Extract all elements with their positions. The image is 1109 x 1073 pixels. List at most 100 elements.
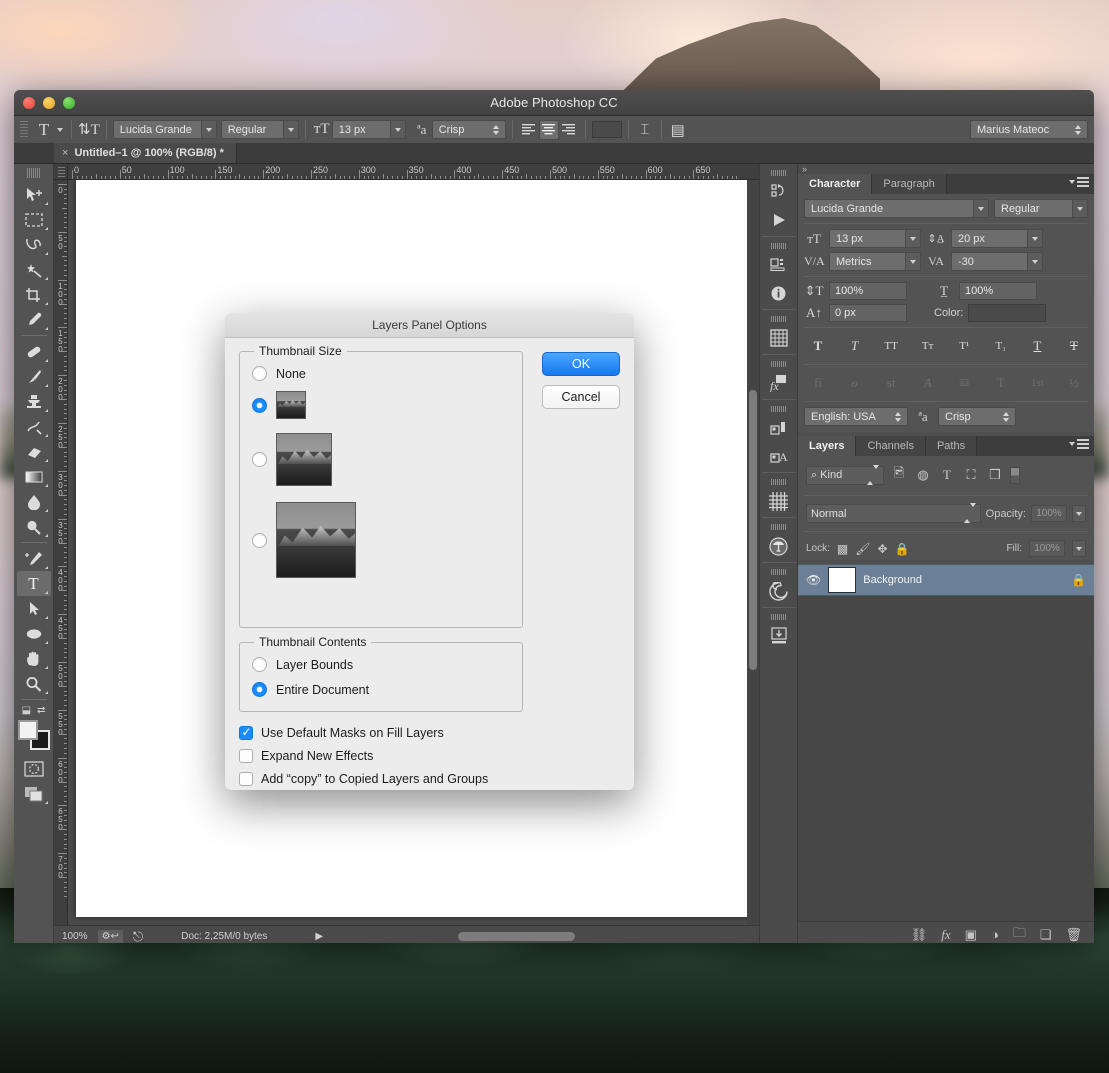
- type-layer-filter-icon[interactable]: T: [938, 467, 956, 483]
- zoom-tool[interactable]: [17, 671, 51, 696]
- current-tool-button[interactable]: T: [32, 119, 65, 141]
- radio-icon[interactable]: [252, 682, 267, 697]
- new-layer-icon[interactable]: ❏: [1040, 927, 1052, 943]
- radio-icon[interactable]: [252, 657, 267, 672]
- stepper-icon[interactable]: [891, 408, 905, 425]
- checkbox-icon[interactable]: [239, 749, 253, 763]
- dock-grip[interactable]: [770, 170, 787, 176]
- table-row[interactable]: 👁 Background 🔒: [798, 564, 1094, 596]
- radio-icon[interactable]: [252, 532, 267, 548]
- lock-all-icon[interactable]: 🔒: [895, 542, 910, 556]
- chevron-down-icon[interactable]: [905, 230, 920, 247]
- tab-paths[interactable]: Paths: [925, 436, 978, 456]
- dock-grip[interactable]: [770, 406, 787, 412]
- baseline-shift-field[interactable]: 0 px: [829, 304, 907, 322]
- layer-filter-kind-select[interactable]: ⌕ Kind: [806, 464, 884, 485]
- canvas-horizontal-scrollbar[interactable]: [333, 932, 751, 941]
- chevron-down-icon[interactable]: [389, 121, 405, 138]
- horizontal-ruler[interactable]: 0 50 100 150 200 250 300 350 400 450 500 550 600 650: [68, 164, 759, 180]
- eraser-tool[interactable]: [17, 439, 51, 464]
- panel-menu-icon[interactable]: [1069, 177, 1089, 187]
- checkbox-icon[interactable]: [239, 772, 253, 786]
- brush-presets-panel-icon[interactable]: [764, 487, 794, 515]
- align-center-button[interactable]: [538, 119, 559, 140]
- small-caps-button[interactable]: Tᴛ: [916, 336, 940, 356]
- titling-alternates-button[interactable]: T: [989, 373, 1013, 393]
- layer-thumbnail[interactable]: [828, 567, 857, 593]
- faux-bold-button[interactable]: T: [806, 336, 830, 356]
- options-bar-grip[interactable]: [20, 120, 28, 139]
- toolbox-grip[interactable]: [26, 168, 41, 178]
- export-panel-icon[interactable]: [764, 622, 794, 650]
- shape-layer-filter-icon[interactable]: ⛶: [962, 467, 980, 483]
- color-swatches[interactable]: [17, 720, 50, 750]
- character-antialias-select[interactable]: Crisp: [938, 407, 1016, 426]
- lasso-tool[interactable]: [17, 232, 51, 257]
- thumbnail-contents-option-layer-bounds[interactable]: Layer Bounds: [252, 657, 510, 672]
- close-icon[interactable]: ×: [62, 147, 68, 159]
- tab-character[interactable]: Character: [798, 174, 873, 194]
- character-font-style-select[interactable]: Regular: [994, 199, 1088, 218]
- tracking-select[interactable]: -30: [951, 252, 1043, 271]
- ellipse-tool[interactable]: [17, 621, 51, 646]
- font-family-select[interactable]: Lucida Grande: [112, 120, 217, 139]
- pen-tool[interactable]: [17, 546, 51, 571]
- antialias-select[interactable]: Crisp: [431, 120, 506, 139]
- dodge-tool[interactable]: [17, 514, 51, 539]
- thumbnail-contents-option-entire-document[interactable]: Entire Document: [252, 682, 510, 697]
- swash-button[interactable]: A: [916, 373, 940, 393]
- spot-healing-brush-tool[interactable]: [17, 339, 51, 364]
- gradient-tool[interactable]: [17, 464, 51, 489]
- delete-layer-icon[interactable]: 🗑: [1065, 927, 1082, 943]
- fill-field[interactable]: 100%: [1029, 540, 1065, 557]
- panel-menu-icon[interactable]: [1069, 439, 1089, 449]
- blur-tool[interactable]: [17, 489, 51, 514]
- document-tab[interactable]: × Untitled–1 @ 100% (RGB/8) *: [54, 143, 237, 163]
- font-style-select[interactable]: Regular: [220, 120, 299, 139]
- text-orientation-icon[interactable]: ⇅T: [78, 119, 100, 141]
- all-caps-button[interactable]: TT: [879, 336, 903, 356]
- eye-icon[interactable]: 👁: [806, 573, 821, 587]
- clone-stamp-tool[interactable]: [17, 389, 51, 414]
- tab-paragraph[interactable]: Paragraph: [872, 174, 947, 194]
- language-select[interactable]: English: USA: [804, 407, 908, 426]
- dock-grip[interactable]: [770, 479, 787, 485]
- layer-style-icon[interactable]: fx: [941, 927, 950, 943]
- swap-colors-icon[interactable]: ⇄: [37, 705, 45, 716]
- properties-panel-icon[interactable]: [764, 577, 794, 605]
- foreground-color-swatch[interactable]: [17, 720, 38, 740]
- toggle-character-panel-icon[interactable]: ▤: [668, 119, 688, 141]
- tab-channels[interactable]: Channels: [856, 436, 926, 456]
- lock-transparent-pixels-icon[interactable]: ▩: [837, 542, 848, 556]
- opacity-field[interactable]: 100%: [1031, 505, 1067, 522]
- text-color-swatch[interactable]: [591, 121, 622, 138]
- layer-mask-icon[interactable]: ▣: [965, 927, 977, 943]
- character-font-size-select[interactable]: 13 px: [829, 229, 921, 248]
- radio-icon[interactable]: [252, 366, 267, 381]
- radio-icon[interactable]: [252, 397, 267, 413]
- info-panel-icon[interactable]: [764, 279, 794, 307]
- stepper-icon[interactable]: [963, 503, 976, 523]
- thumbnail-size-option-medium[interactable]: [252, 433, 510, 486]
- chevron-down-icon[interactable]: [1072, 200, 1087, 217]
- lock-image-pixels-icon[interactable]: 🖌: [855, 542, 870, 556]
- thumbnail-size-option-large[interactable]: [252, 502, 510, 578]
- history-panel-icon[interactable]: [764, 178, 794, 206]
- status-expand-arrow[interactable]: ▶: [315, 931, 323, 942]
- share-icon[interactable]: ⎋: [133, 929, 143, 944]
- chevron-down-icon[interactable]: [200, 121, 216, 138]
- ordinals-button[interactable]: 1st: [1025, 373, 1049, 393]
- layers-list-empty-area[interactable]: [798, 596, 1094, 921]
- thumbnail-size-option-small[interactable]: [252, 391, 510, 419]
- glyphs-panel-icon[interactable]: A: [764, 442, 794, 470]
- kerning-select[interactable]: Metrics: [829, 252, 921, 271]
- type-tool[interactable]: T: [16, 571, 51, 596]
- dock-grip[interactable]: [770, 569, 787, 575]
- dock-grip[interactable]: [770, 614, 787, 620]
- thumbnail-size-option-none[interactable]: None: [252, 366, 510, 381]
- pixel-layer-filter-icon[interactable]: 🖻: [890, 464, 908, 486]
- opacity-dropdown-icon[interactable]: [1072, 505, 1086, 522]
- horizontal-scale-field[interactable]: 100%: [959, 282, 1037, 300]
- align-right-button[interactable]: [559, 120, 579, 140]
- zoom-level[interactable]: 100%: [62, 931, 88, 942]
